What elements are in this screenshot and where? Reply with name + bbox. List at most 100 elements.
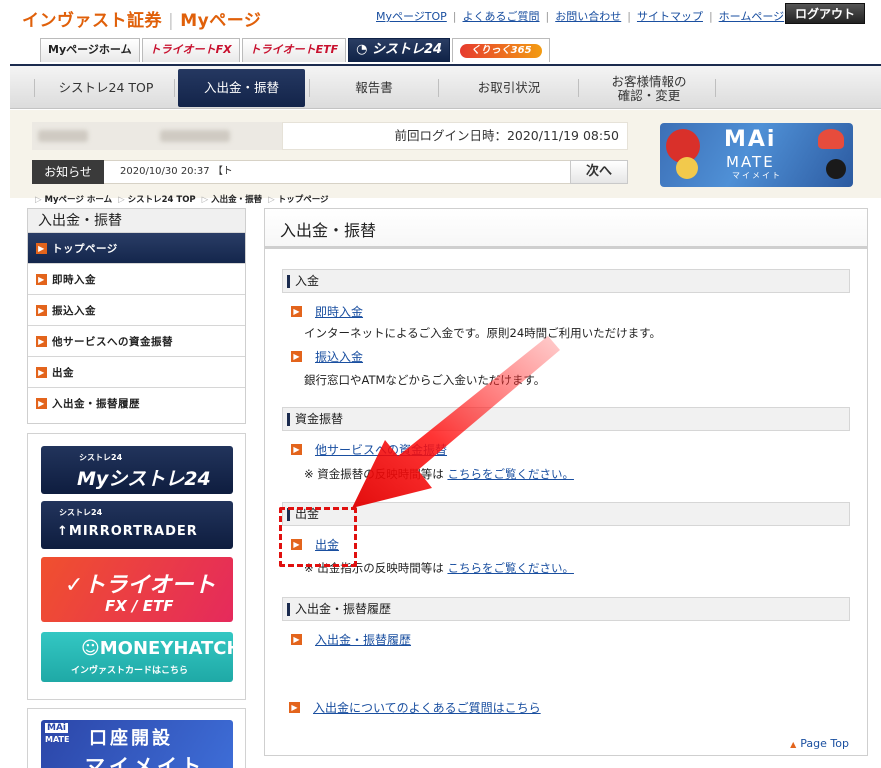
- moneyhatch-big: ☺MONEYHATCH: [81, 638, 233, 659]
- skull-icon: ☺: [81, 638, 100, 659]
- mirror-trader-banner[interactable]: シストレ24 ↑MIRRORTRADER: [41, 501, 233, 549]
- nav-divider: [309, 79, 310, 97]
- tab-triauto-etf[interactable]: トライオートETF: [241, 38, 347, 62]
- kurikku-label: くりっく365: [460, 44, 543, 58]
- redacted-account-id: [38, 130, 88, 142]
- breadcrumb-mypage-home[interactable]: Myページ ホーム: [45, 195, 113, 205]
- link-contact[interactable]: お問い合わせ: [555, 10, 621, 23]
- triauto-banner[interactable]: ✓トライオート FX / ETF: [41, 557, 233, 622]
- withdraw-note: ※ 出金指示の反映時間等は こちらをご覧ください。: [304, 560, 574, 576]
- breadcrumb-deposit[interactable]: 入出金・振替: [211, 195, 262, 205]
- mushroom-mascot-icon: [818, 129, 844, 149]
- moneyhatch-sub: インヴァストカードはこちら: [71, 666, 189, 676]
- mirror-arrow-icon: ↑: [57, 524, 69, 539]
- page-top-link[interactable]: ▲ Page Top: [790, 737, 849, 750]
- transfer-deposit-label[interactable]: 振込入金: [315, 348, 363, 365]
- other-transfer-label[interactable]: 他サービスへの資金振替: [315, 441, 447, 458]
- tab-triauto-fx[interactable]: トライオートFX: [141, 38, 240, 62]
- arrow-right-icon: ▶: [36, 242, 47, 254]
- nav-divider: [715, 79, 716, 97]
- faq-link[interactable]: ▶ 入出金についてのよくあるご質問はこちら: [289, 699, 541, 716]
- transfer-deposit-link[interactable]: ▶ 振込入金: [291, 348, 363, 365]
- sidebar-item-label: トップページ: [52, 242, 118, 255]
- history-link[interactable]: ▶ 入出金・振替履歴: [291, 631, 411, 648]
- instant-deposit-label[interactable]: 即時入金: [315, 303, 363, 320]
- brand-name: インヴァスト証券: [22, 11, 162, 31]
- triauto-check-icon: ✓: [65, 573, 84, 598]
- sidebar-banners: シストレ24 Myシストレ24 シストレ24 ↑MIRRORTRADER ✓トラ…: [27, 433, 246, 700]
- section-transfer-header: 資金振替: [282, 407, 850, 431]
- next-notice-button[interactable]: 次へ: [570, 160, 628, 184]
- nav-trading-status[interactable]: お取引状況: [444, 69, 574, 107]
- nav-deposit-transfer[interactable]: 入出金・振替: [178, 69, 305, 107]
- arrow-right-icon: ▶: [36, 366, 47, 378]
- withdraw-link[interactable]: ▶ 出金: [291, 536, 339, 553]
- penguin-mascot-icon: [826, 159, 846, 179]
- nav-divider: [34, 79, 35, 97]
- nav-divider: [174, 79, 175, 97]
- sidebar-item-history[interactable]: ▶ 入出金・振替履歴: [28, 388, 245, 419]
- sidebar-item-label: 入出金・振替履歴: [52, 398, 140, 410]
- nav-reports[interactable]: 報告書: [314, 69, 434, 107]
- sidebar-item-transfer-deposit[interactable]: ▶ 振込入金: [28, 295, 245, 326]
- triauto-sub: FX / ETF: [105, 597, 174, 615]
- my-systre24-banner[interactable]: シストレ24 Myシストレ24: [41, 446, 233, 494]
- arrow-right-icon: ▶: [36, 304, 47, 316]
- account-open-title: 口座開設: [89, 728, 173, 749]
- koza-tag-mai: MAi: [45, 723, 69, 733]
- sidebar: 入出金・振替 ▶ トップページ ▶ 即時入金 ▶ 振込入金 ▶ 他サービスへの資金振替 …: [27, 208, 246, 424]
- systre-icon: ◔: [356, 42, 372, 57]
- link-homepage[interactable]: ホームページ: [719, 10, 784, 23]
- link-mypage-top[interactable]: MyページTOP: [376, 10, 447, 23]
- sidebar-item-other-transfer[interactable]: ▶ 他サービスへの資金振替: [28, 326, 245, 357]
- withdraw-label[interactable]: 出金: [315, 536, 339, 553]
- moneyhatch-banner[interactable]: ☺MONEYHATCH インヴァストカードはこちら: [41, 632, 233, 682]
- arrow-right-icon: ▶: [291, 444, 302, 455]
- instant-deposit-desc: インターネットによるご入金です。原則24時間ご利用いただけます。: [304, 326, 661, 340]
- arrow-right-icon: ▶: [36, 398, 47, 409]
- customer-info-line2: 確認・変更: [617, 87, 681, 103]
- systre-label: シストレ24: [372, 42, 443, 57]
- link-sitemap[interactable]: サイトマップ: [637, 10, 703, 23]
- my-systre-big: Myシストレ24: [77, 468, 211, 490]
- customer-info-line1: お客様情報の: [611, 73, 687, 89]
- instant-deposit-link[interactable]: ▶ 即時入金: [291, 303, 363, 320]
- mirror-big: ↑MIRRORTRADER: [57, 524, 198, 539]
- sidebar-item-withdraw[interactable]: ▶ 出金: [28, 357, 245, 388]
- mai-mate-banner[interactable]: MAi MATE マイメイト: [660, 123, 853, 187]
- nav-customer-info[interactable]: お客様情報の 確認・変更: [584, 69, 714, 107]
- sidebar-item-label: 他サービスへの資金振替: [52, 335, 173, 348]
- account-open-sub: マイメイト: [85, 754, 205, 768]
- transfer-note-link[interactable]: こちらをご覧ください。: [447, 467, 574, 481]
- mypage-label: Myページ: [180, 11, 262, 31]
- withdraw-note-text: ※ 出金指示の反映時間等は: [304, 561, 444, 575]
- tab-systre24[interactable]: ◔ シストレ24: [348, 38, 451, 62]
- tab-mypage-home[interactable]: Myページホーム: [40, 38, 140, 62]
- robot-mascot-icon: [676, 157, 698, 179]
- transfer-note: ※ 資金振替の反映時間等は こちらをご覧ください。: [304, 466, 574, 482]
- history-label[interactable]: 入出金・振替履歴: [315, 631, 411, 648]
- mai-banner-title: MAi: [724, 127, 777, 152]
- mai-banner-kana: マイメイト: [732, 171, 782, 180]
- section-history-header: 入出金・振替履歴: [282, 597, 850, 621]
- arrow-right-icon: ▶: [36, 335, 47, 347]
- triauto-fx-label: トライオートFX: [149, 43, 232, 56]
- my-systre-small: シストレ24: [79, 453, 123, 462]
- account-open-banner[interactable]: MAi MATE 口座開設 マイメイト: [41, 720, 233, 768]
- nav-systre-top[interactable]: シストレ24 TOP: [40, 69, 172, 107]
- other-transfer-link[interactable]: ▶ 他サービスへの資金振替: [291, 441, 447, 458]
- sidebar-item-top-page[interactable]: ▶ トップページ: [28, 233, 245, 264]
- tab-kurikku365[interactable]: くりっく365: [452, 38, 551, 62]
- logout-button[interactable]: ログアウト: [785, 3, 865, 24]
- brand-logo[interactable]: インヴァスト証券 | Myページ: [22, 6, 261, 31]
- notice-text[interactable]: 2020/10/30 20:37 【ト: [120, 160, 233, 184]
- koza-tag-mate: MATE: [45, 735, 70, 744]
- link-faq[interactable]: よくあるご質問: [463, 10, 540, 23]
- faq-label[interactable]: 入出金についてのよくあるご質問はこちら: [313, 699, 541, 716]
- main-content: 入出金・振替 入金 ▶ 即時入金 インターネットによるご入金です。原則24時間ご利…: [264, 208, 868, 756]
- sidebar-item-label: 出金: [52, 366, 74, 379]
- withdraw-note-link[interactable]: こちらをご覧ください。: [447, 561, 574, 575]
- sidebar-banners-lower: MAi MATE 口座開設 マイメイト: [27, 708, 246, 768]
- breadcrumb-systre-top[interactable]: シストレ24 TOP: [128, 195, 196, 205]
- sidebar-item-instant-deposit[interactable]: ▶ 即時入金: [28, 264, 245, 295]
